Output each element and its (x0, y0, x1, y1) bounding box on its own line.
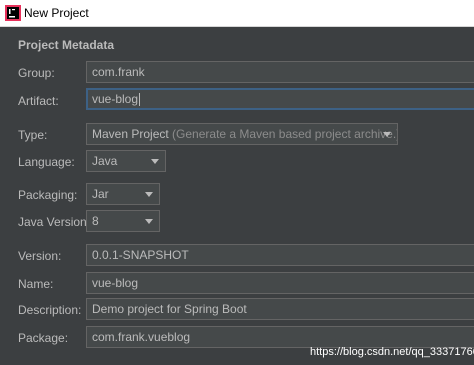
package-label: Package: (18, 331, 69, 345)
name-field[interactable]: vue-blog (86, 272, 474, 294)
name-value: vue-blog (92, 276, 139, 290)
version-field[interactable]: 0.0.1-SNAPSHOT (86, 244, 474, 266)
group-label: Group: (18, 66, 55, 80)
type-description: (Generate a Maven based project archive.… (172, 127, 398, 141)
packaging-label: Packaging: (18, 188, 78, 202)
text-caret (139, 93, 141, 107)
packaging-value: Jar (92, 187, 109, 201)
java-version-label: Java Version: (18, 215, 91, 229)
artifact-field[interactable]: vue-blog (86, 88, 474, 110)
chevron-down-icon (145, 192, 153, 197)
window-title: New Project (24, 6, 89, 20)
language-label: Language: (18, 155, 75, 169)
type-value: Maven Project (92, 127, 169, 141)
package-value: com.frank.vueblog (92, 330, 191, 344)
intellij-icon (5, 5, 21, 21)
chevron-down-icon (145, 219, 153, 224)
watermark: https://blog.csdn.net/qq_33371766 (310, 346, 474, 358)
chevron-down-icon (383, 132, 391, 137)
description-field[interactable]: Demo project for Spring Boot (86, 298, 474, 320)
chevron-down-icon (151, 159, 159, 164)
title-bar: New Project (0, 0, 474, 27)
java-version-value: 8 (92, 214, 99, 228)
section-title: Project Metadata (18, 38, 115, 52)
packaging-dropdown[interactable]: Jar (86, 183, 160, 205)
language-value: Java (92, 154, 118, 168)
type-label: Type: (18, 128, 48, 142)
language-dropdown[interactable]: Java (86, 150, 166, 172)
description-value: Demo project for Spring Boot (92, 302, 247, 316)
description-label: Description: (18, 303, 82, 317)
version-label: Version: (18, 249, 62, 263)
package-field[interactable]: com.frank.vueblog (86, 326, 474, 348)
artifact-label: Artifact: (18, 94, 59, 108)
group-field[interactable]: com.frank (86, 61, 474, 83)
type-dropdown[interactable]: Maven Project (Generate a Maven based pr… (86, 123, 398, 145)
version-value: 0.0.1-SNAPSHOT (92, 248, 189, 262)
java-version-dropdown[interactable]: 8 (86, 210, 160, 232)
name-label: Name: (18, 277, 54, 291)
artifact-value: vue-blog (92, 92, 139, 106)
group-value: com.frank (92, 65, 145, 79)
